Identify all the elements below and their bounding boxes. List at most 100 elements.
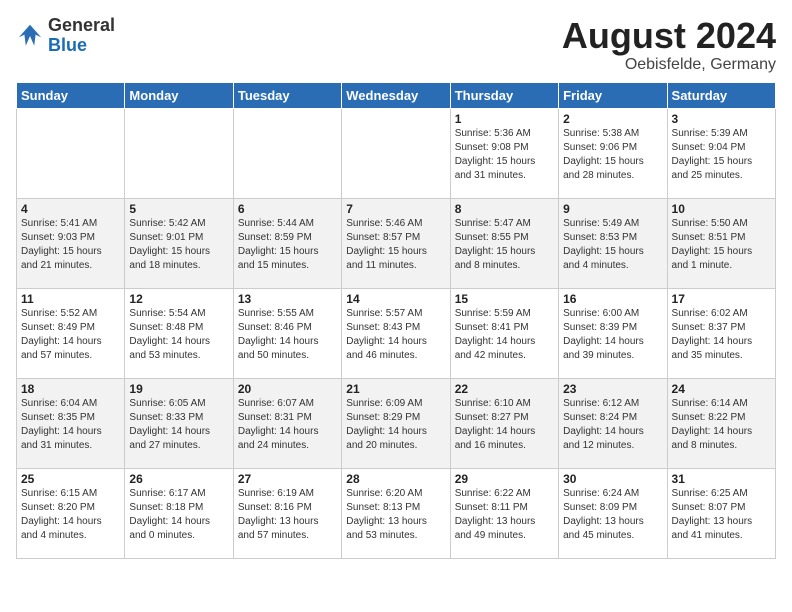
day-number: 31 [672, 472, 771, 486]
calendar-cell: 31Sunrise: 6:25 AM Sunset: 8:07 PM Dayli… [667, 468, 775, 558]
day-number: 21 [346, 382, 445, 396]
day-number: 29 [455, 472, 554, 486]
logo-icon [16, 22, 44, 50]
calendar-cell: 26Sunrise: 6:17 AM Sunset: 8:18 PM Dayli… [125, 468, 233, 558]
calendar-cell: 3Sunrise: 5:39 AM Sunset: 9:04 PM Daylig… [667, 108, 775, 198]
day-info: Sunrise: 6:15 AM Sunset: 8:20 PM Dayligh… [21, 487, 120, 543]
calendar-cell: 1Sunrise: 5:36 AM Sunset: 9:08 PM Daylig… [450, 108, 558, 198]
calendar-cell: 14Sunrise: 5:57 AM Sunset: 8:43 PM Dayli… [342, 288, 450, 378]
logo-general: General [48, 16, 115, 36]
calendar-cell: 30Sunrise: 6:24 AM Sunset: 8:09 PM Dayli… [559, 468, 667, 558]
calendar-cell: 2Sunrise: 5:38 AM Sunset: 9:06 PM Daylig… [559, 108, 667, 198]
day-info: Sunrise: 5:39 AM Sunset: 9:04 PM Dayligh… [672, 127, 771, 183]
calendar-cell: 15Sunrise: 5:59 AM Sunset: 8:41 PM Dayli… [450, 288, 558, 378]
day-info: Sunrise: 5:54 AM Sunset: 8:48 PM Dayligh… [129, 307, 228, 363]
day-info: Sunrise: 5:59 AM Sunset: 8:41 PM Dayligh… [455, 307, 554, 363]
title-block: August 2024 Oebisfelde, Germany [562, 16, 776, 74]
day-number: 13 [238, 292, 337, 306]
calendar-cell: 23Sunrise: 6:12 AM Sunset: 8:24 PM Dayli… [559, 378, 667, 468]
calendar-cell: 8Sunrise: 5:47 AM Sunset: 8:55 PM Daylig… [450, 198, 558, 288]
calendar-cell: 5Sunrise: 5:42 AM Sunset: 9:01 PM Daylig… [125, 198, 233, 288]
calendar-cell: 24Sunrise: 6:14 AM Sunset: 8:22 PM Dayli… [667, 378, 775, 468]
day-number: 9 [563, 202, 662, 216]
day-info: Sunrise: 6:10 AM Sunset: 8:27 PM Dayligh… [455, 397, 554, 453]
calendar-cell: 10Sunrise: 5:50 AM Sunset: 8:51 PM Dayli… [667, 198, 775, 288]
day-number: 3 [672, 112, 771, 126]
day-info: Sunrise: 5:42 AM Sunset: 9:01 PM Dayligh… [129, 217, 228, 273]
calendar-table: SundayMondayTuesdayWednesdayThursdayFrid… [16, 82, 776, 559]
calendar-cell: 25Sunrise: 6:15 AM Sunset: 8:20 PM Dayli… [17, 468, 125, 558]
weekday-header-sunday: Sunday [17, 82, 125, 108]
day-info: Sunrise: 5:49 AM Sunset: 8:53 PM Dayligh… [563, 217, 662, 273]
calendar-cell: 6Sunrise: 5:44 AM Sunset: 8:59 PM Daylig… [233, 198, 341, 288]
day-info: Sunrise: 5:44 AM Sunset: 8:59 PM Dayligh… [238, 217, 337, 273]
day-info: Sunrise: 6:22 AM Sunset: 8:11 PM Dayligh… [455, 487, 554, 543]
day-number: 14 [346, 292, 445, 306]
day-number: 30 [563, 472, 662, 486]
day-info: Sunrise: 5:55 AM Sunset: 8:46 PM Dayligh… [238, 307, 337, 363]
day-info: Sunrise: 6:12 AM Sunset: 8:24 PM Dayligh… [563, 397, 662, 453]
weekday-header-thursday: Thursday [450, 82, 558, 108]
day-info: Sunrise: 5:41 AM Sunset: 9:03 PM Dayligh… [21, 217, 120, 273]
day-number: 22 [455, 382, 554, 396]
day-number: 28 [346, 472, 445, 486]
calendar-week-row: 18Sunrise: 6:04 AM Sunset: 8:35 PM Dayli… [17, 378, 776, 468]
logo-text: General Blue [48, 16, 115, 56]
calendar-week-row: 25Sunrise: 6:15 AM Sunset: 8:20 PM Dayli… [17, 468, 776, 558]
calendar-cell: 19Sunrise: 6:05 AM Sunset: 8:33 PM Dayli… [125, 378, 233, 468]
day-number: 16 [563, 292, 662, 306]
calendar-cell: 13Sunrise: 5:55 AM Sunset: 8:46 PM Dayli… [233, 288, 341, 378]
day-number: 2 [563, 112, 662, 126]
day-info: Sunrise: 6:04 AM Sunset: 8:35 PM Dayligh… [21, 397, 120, 453]
calendar-cell: 11Sunrise: 5:52 AM Sunset: 8:49 PM Dayli… [17, 288, 125, 378]
day-number: 18 [21, 382, 120, 396]
logo-blue: Blue [48, 36, 115, 56]
day-number: 4 [21, 202, 120, 216]
day-info: Sunrise: 6:17 AM Sunset: 8:18 PM Dayligh… [129, 487, 228, 543]
weekday-header-saturday: Saturday [667, 82, 775, 108]
day-number: 19 [129, 382, 228, 396]
day-info: Sunrise: 6:20 AM Sunset: 8:13 PM Dayligh… [346, 487, 445, 543]
day-number: 15 [455, 292, 554, 306]
day-info: Sunrise: 5:52 AM Sunset: 8:49 PM Dayligh… [21, 307, 120, 363]
day-info: Sunrise: 6:24 AM Sunset: 8:09 PM Dayligh… [563, 487, 662, 543]
day-number: 5 [129, 202, 228, 216]
day-number: 12 [129, 292, 228, 306]
day-info: Sunrise: 6:19 AM Sunset: 8:16 PM Dayligh… [238, 487, 337, 543]
day-number: 23 [563, 382, 662, 396]
day-number: 7 [346, 202, 445, 216]
month-year-title: August 2024 [562, 16, 776, 56]
weekday-header-tuesday: Tuesday [233, 82, 341, 108]
calendar-cell: 28Sunrise: 6:20 AM Sunset: 8:13 PM Dayli… [342, 468, 450, 558]
calendar-cell: 7Sunrise: 5:46 AM Sunset: 8:57 PM Daylig… [342, 198, 450, 288]
weekday-header-row: SundayMondayTuesdayWednesdayThursdayFrid… [17, 82, 776, 108]
calendar-cell [17, 108, 125, 198]
day-number: 20 [238, 382, 337, 396]
calendar-cell: 27Sunrise: 6:19 AM Sunset: 8:16 PM Dayli… [233, 468, 341, 558]
day-number: 26 [129, 472, 228, 486]
day-info: Sunrise: 5:38 AM Sunset: 9:06 PM Dayligh… [563, 127, 662, 183]
weekday-header-wednesday: Wednesday [342, 82, 450, 108]
calendar-cell: 29Sunrise: 6:22 AM Sunset: 8:11 PM Dayli… [450, 468, 558, 558]
day-info: Sunrise: 6:05 AM Sunset: 8:33 PM Dayligh… [129, 397, 228, 453]
calendar-cell: 4Sunrise: 5:41 AM Sunset: 9:03 PM Daylig… [17, 198, 125, 288]
calendar-week-row: 4Sunrise: 5:41 AM Sunset: 9:03 PM Daylig… [17, 198, 776, 288]
day-info: Sunrise: 5:47 AM Sunset: 8:55 PM Dayligh… [455, 217, 554, 273]
day-info: Sunrise: 6:00 AM Sunset: 8:39 PM Dayligh… [563, 307, 662, 363]
day-number: 8 [455, 202, 554, 216]
calendar-cell: 9Sunrise: 5:49 AM Sunset: 8:53 PM Daylig… [559, 198, 667, 288]
calendar-cell: 21Sunrise: 6:09 AM Sunset: 8:29 PM Dayli… [342, 378, 450, 468]
day-info: Sunrise: 5:57 AM Sunset: 8:43 PM Dayligh… [346, 307, 445, 363]
location-subtitle: Oebisfelde, Germany [562, 56, 776, 74]
calendar-cell [125, 108, 233, 198]
logo: General Blue [16, 16, 115, 56]
weekday-header-friday: Friday [559, 82, 667, 108]
day-number: 6 [238, 202, 337, 216]
weekday-header-monday: Monday [125, 82, 233, 108]
calendar-cell: 20Sunrise: 6:07 AM Sunset: 8:31 PM Dayli… [233, 378, 341, 468]
calendar-cell: 18Sunrise: 6:04 AM Sunset: 8:35 PM Dayli… [17, 378, 125, 468]
calendar-cell: 16Sunrise: 6:00 AM Sunset: 8:39 PM Dayli… [559, 288, 667, 378]
calendar-cell: 17Sunrise: 6:02 AM Sunset: 8:37 PM Dayli… [667, 288, 775, 378]
day-number: 24 [672, 382, 771, 396]
day-number: 25 [21, 472, 120, 486]
